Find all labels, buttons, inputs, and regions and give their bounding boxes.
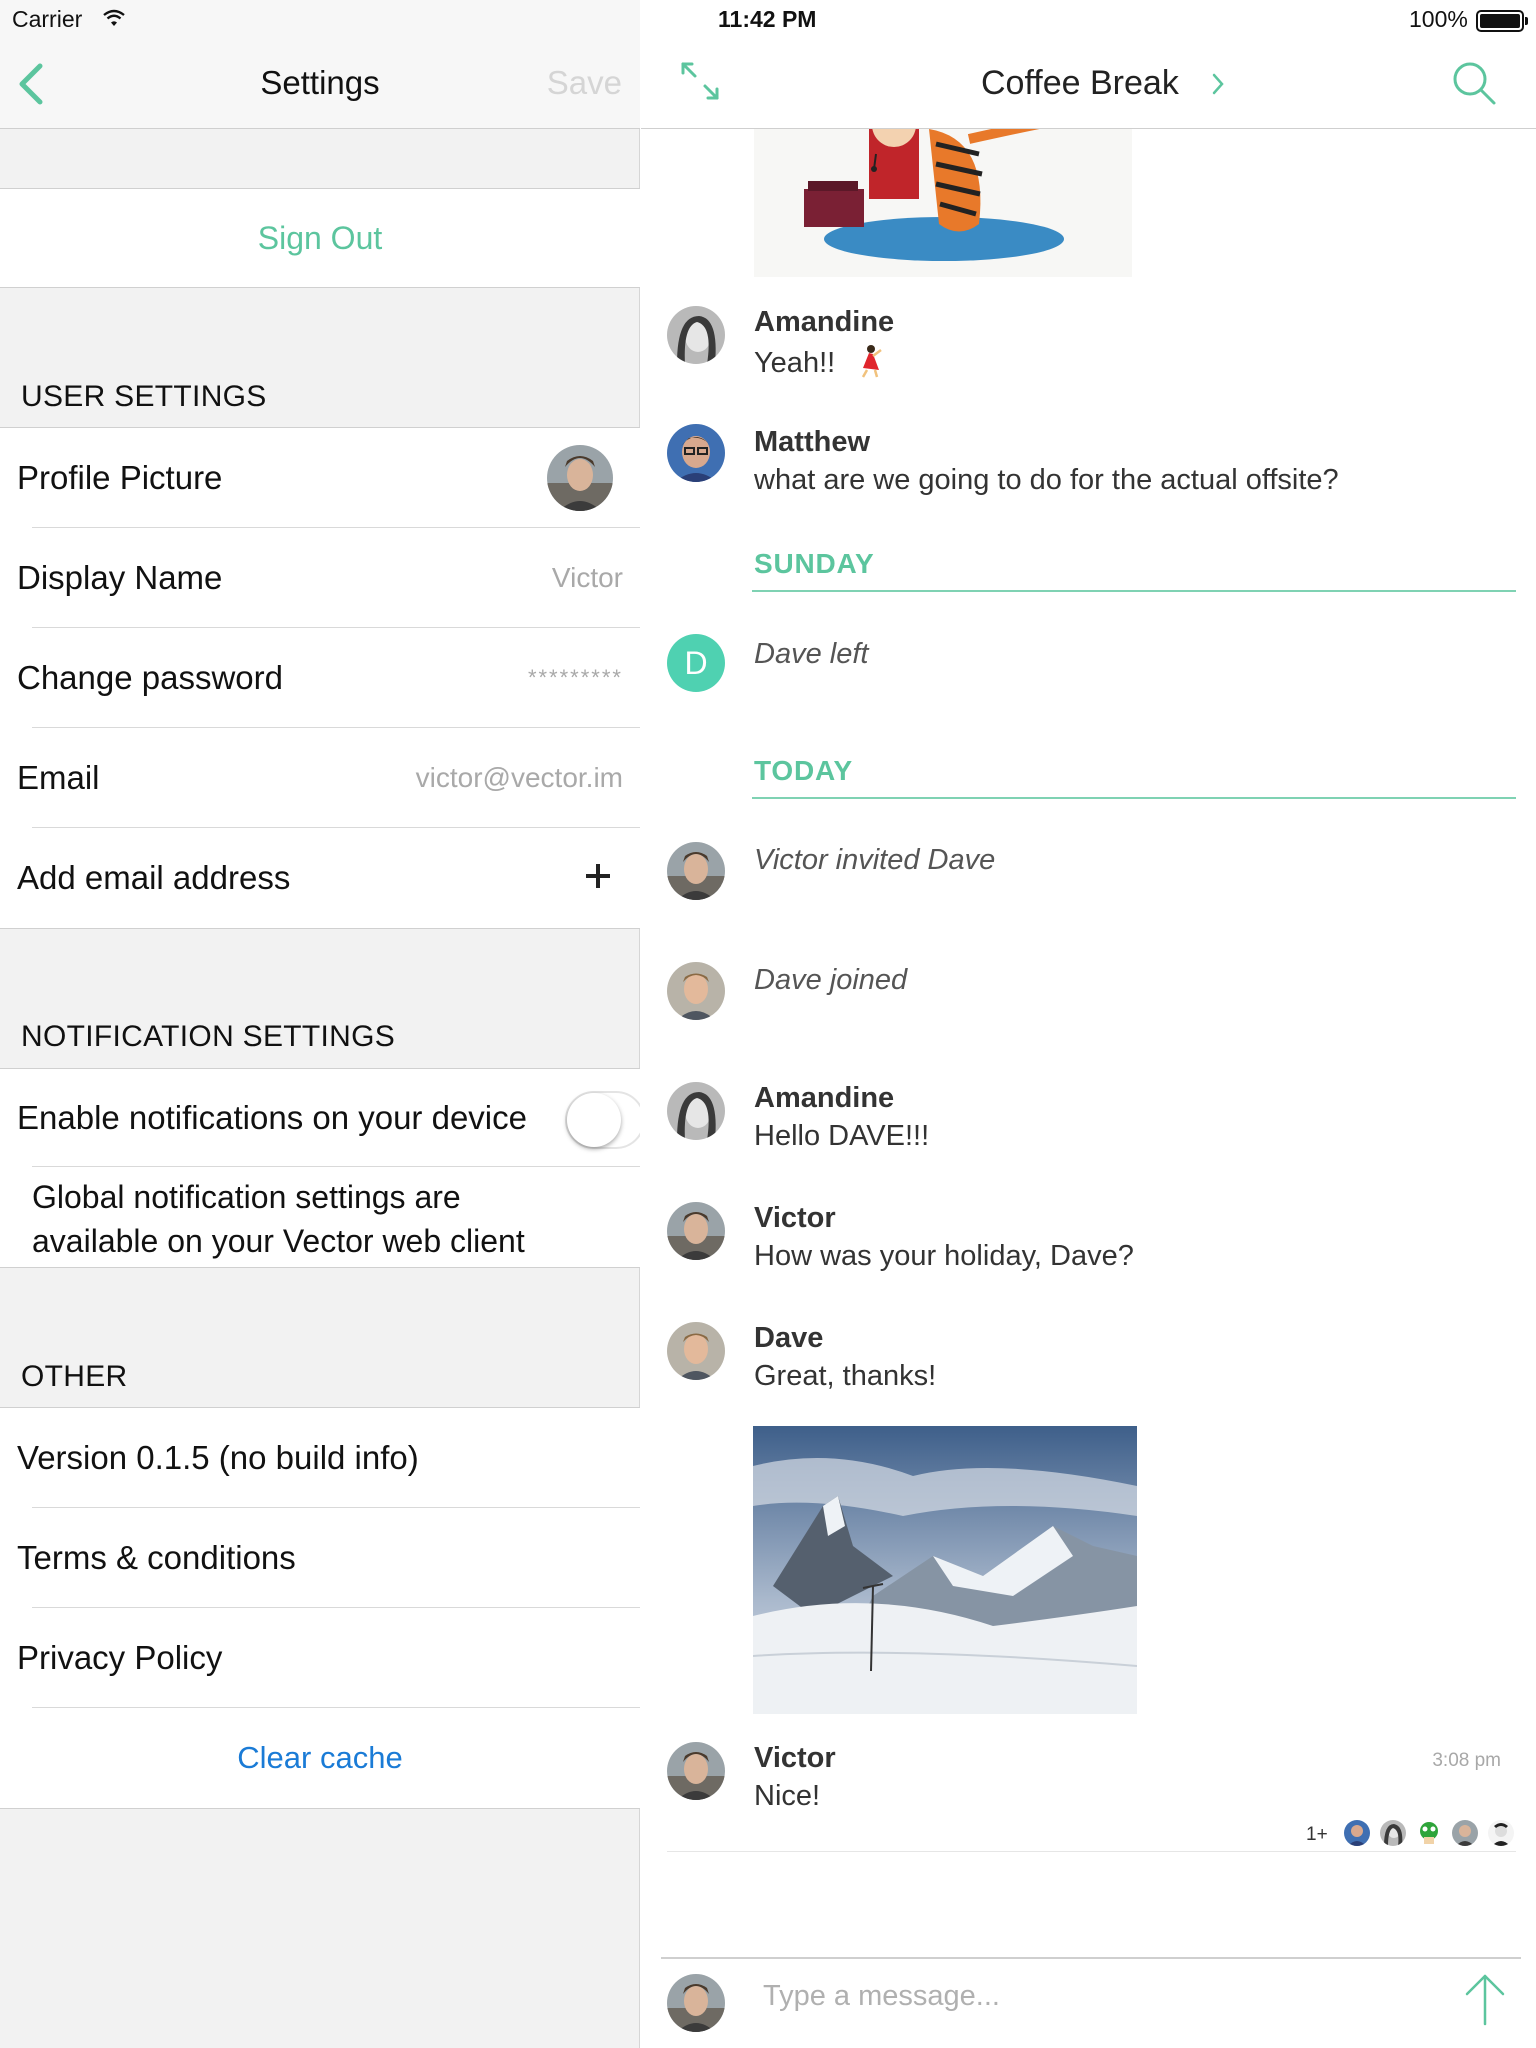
receipt-avatar [1452, 1820, 1478, 1846]
clear-cache-label: Clear cache [237, 1740, 403, 1775]
avatar[interactable]: D [667, 634, 725, 692]
divider [0, 1267, 640, 1268]
day-separator-label: SUNDAY [754, 548, 875, 579]
clear-cache-button[interactable]: Clear cache [0, 1708, 640, 1808]
receipt-avatar [1380, 1820, 1406, 1846]
room-name[interactable]: Coffee Break [981, 64, 1179, 103]
chat-panel: Coffee Break Amandine Yeah!! Matthew wha… [641, 0, 1536, 2048]
composer-divider [661, 1957, 1521, 1959]
read-receipts-count: 1+ [1306, 1824, 1328, 1845]
wifi-icon [103, 9, 125, 26]
enable-notifications-label: Enable notifications on your device [17, 1099, 527, 1136]
sender-name: Matthew [754, 426, 870, 458]
sender-name: Amandine [754, 306, 895, 338]
day-separator-line [752, 797, 1516, 799]
message-text: Yeah!! [754, 344, 883, 380]
divider [0, 287, 640, 288]
notification-settings-header: NOTIFICATION SETTINGS [21, 1020, 396, 1053]
enable-notifications-row: Enable notifications on your device [0, 1069, 640, 1167]
other-header: OTHER [21, 1360, 128, 1393]
message-input[interactable]: Type a message... [763, 1980, 1403, 2024]
version-row: Version 0.1.5 (no build info) [0, 1408, 640, 1508]
message-timestamp: 3:08 pm [1432, 1750, 1501, 1771]
save-button[interactable]: Save [547, 64, 622, 102]
display-name-value[interactable]: Victor [552, 528, 623, 628]
message-body: Yeah!! [754, 347, 836, 379]
battery-icon [1476, 10, 1528, 32]
settings-panel: Settings Save Sign Out USER SETTINGS Pro… [0, 0, 640, 2048]
dancer-emoji-icon [862, 345, 882, 378]
display-name-label: Display Name [17, 559, 223, 596]
room-event-text: Victor invited Dave [754, 844, 996, 876]
receipt-avatar [1488, 1820, 1514, 1846]
profile-picture-label: Profile Picture [17, 459, 223, 496]
toggle-knob [567, 1093, 621, 1147]
email-label: Email [17, 759, 100, 796]
receipt-avatar [1344, 1820, 1370, 1846]
composer-avatar[interactable] [667, 1974, 725, 2032]
search-icon[interactable] [1451, 60, 1497, 106]
version-label: Version 0.1.5 (no build info) [17, 1439, 419, 1476]
receipt-avatar [1416, 1820, 1442, 1846]
global-notification-note-text: Global notification settings are availab… [32, 1175, 592, 1263]
add-email-label: Add email address [17, 859, 291, 896]
message-text: Nice! [754, 1780, 821, 1812]
clock: 11:42 PM [718, 6, 817, 32]
chevron-right-icon[interactable] [1211, 72, 1225, 96]
global-notification-note: Global notification settings are availab… [0, 1167, 640, 1267]
avatar[interactable] [667, 842, 725, 900]
battery-percent: 100% [1409, 6, 1468, 32]
profile-picture-row[interactable]: Profile Picture [0, 428, 640, 528]
plus-icon[interactable] [586, 864, 610, 888]
note-line-1: Global notification settings are [32, 1179, 461, 1215]
display-name-row[interactable]: Display Name Victor [0, 528, 640, 628]
note-line-2: available on your Vector web client [32, 1223, 525, 1259]
send-arrow-icon[interactable] [1463, 1972, 1507, 2026]
sender-name: Dave [754, 1322, 824, 1354]
avatar[interactable] [667, 1322, 725, 1380]
avatar[interactable] [667, 1202, 725, 1260]
terms-label: Terms & conditions [17, 1539, 296, 1576]
avatar[interactable] [667, 424, 725, 482]
avatar[interactable] [667, 1082, 725, 1140]
settings-title: Settings [260, 64, 380, 101]
user-settings-header: USER SETTINGS [21, 380, 267, 413]
change-password-row[interactable]: Change password ********* [0, 628, 640, 728]
sign-out-button[interactable]: Sign Out [0, 189, 640, 287]
change-password-label: Change password [17, 659, 283, 696]
message-text: what are we going to do for the actual o… [754, 464, 1339, 496]
divider [0, 1808, 640, 1809]
avatar[interactable] [667, 306, 725, 364]
avatar[interactable] [667, 1742, 725, 1800]
message-text: How was your holiday, Dave? [754, 1240, 1134, 1272]
add-email-row[interactable]: Add email address [0, 828, 640, 928]
email-row[interactable]: Email victor@vector.im [0, 728, 640, 828]
message-text: Great, thanks! [754, 1360, 937, 1392]
password-value: ********* [527, 665, 623, 690]
expand-icon[interactable] [679, 60, 721, 102]
sender-name: Amandine [754, 1082, 895, 1114]
status-bar: Carrier 11:42 PM 100% [0, 0, 1536, 40]
sender-name: Victor [754, 1742, 836, 1774]
notifications-toggle[interactable] [565, 1091, 640, 1149]
avatar[interactable] [667, 962, 725, 1020]
privacy-row[interactable]: Privacy Policy [0, 1608, 640, 1708]
sign-out-label: Sign Out [257, 220, 383, 256]
sender-name: Victor [754, 1202, 836, 1234]
divider [667, 1851, 1516, 1852]
room-event-text: Dave joined [754, 964, 908, 996]
shared-mountain-photo[interactable] [753, 1426, 1137, 1714]
room-event-text: Dave left [754, 638, 869, 670]
divider [0, 928, 640, 929]
terms-row[interactable]: Terms & conditions [0, 1508, 640, 1608]
profile-picture-avatar[interactable] [547, 445, 613, 511]
day-separator-label: TODAY [754, 755, 853, 786]
day-separator-line [752, 590, 1516, 592]
carrier-label: Carrier [12, 6, 83, 32]
email-value: victor@vector.im [415, 762, 623, 793]
shared-cartoon-image[interactable] [754, 129, 1132, 277]
message-text: Hello DAVE!!! [754, 1120, 930, 1152]
privacy-label: Privacy Policy [17, 1639, 223, 1676]
app-root: Carrier 11:42 PM 100% Settings Save Sign… [0, 0, 1536, 2048]
